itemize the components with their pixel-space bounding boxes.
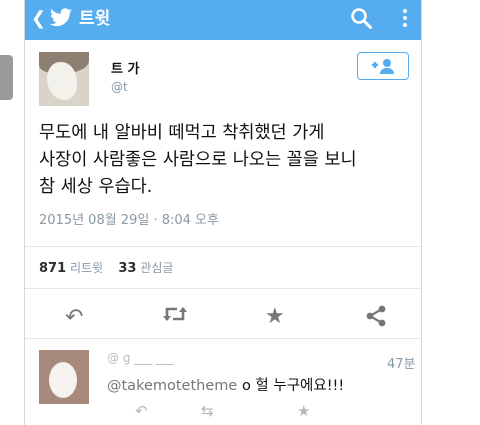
page-title: 트윗 xyxy=(79,9,111,29)
twitter-bird-icon xyxy=(50,8,72,27)
reply-text: o 헐 누구에요!!! xyxy=(241,378,345,394)
reply-author-avatar[interactable] xyxy=(39,350,89,404)
divider xyxy=(25,288,421,289)
search-icon[interactable] xyxy=(349,6,373,30)
retweet-count-label[interactable]: 리트윗 xyxy=(70,261,103,275)
tweet-stats: 871 리트윗 33 관심글 xyxy=(39,259,173,276)
browser-left-margin xyxy=(0,0,24,425)
star-icon[interactable]: ★ xyxy=(265,304,285,329)
reply-action-retweet-icon[interactable]: ⇆ xyxy=(201,402,214,420)
follow-button[interactable] xyxy=(357,52,409,80)
twitter-app-window: ❮ 트윗 트 가 @t 무도에 내 알바비 떼먹고 착취했던 가게 사장이 사람… xyxy=(24,0,422,425)
reply-action-star-icon[interactable]: ★ xyxy=(297,402,310,420)
reply-author-header[interactable]: @ g ___ ___ xyxy=(107,351,174,365)
back-arrow-icon[interactable]: ❮ xyxy=(31,9,46,29)
author-name[interactable]: 트 가 xyxy=(111,58,139,77)
reply-time: 47분 xyxy=(387,357,416,372)
favorite-count[interactable]: 33 xyxy=(118,261,136,276)
author-handle[interactable]: @t xyxy=(111,80,128,94)
redaction-blur xyxy=(137,74,272,100)
browser-right-margin xyxy=(422,0,480,425)
reply-text-line: @takemotetheme o 헐 누구에요!!! xyxy=(107,374,344,395)
divider xyxy=(25,246,421,247)
favorite-count-label[interactable]: 관심글 xyxy=(140,261,173,275)
tweet-text: 무도에 내 알바비 떼먹고 착취했던 가게 사장이 사람좋은 사람으로 나오는 … xyxy=(39,123,357,197)
reply-icon[interactable]: ↶ xyxy=(65,305,83,330)
divider xyxy=(25,338,421,339)
overflow-menu-icon[interactable] xyxy=(399,8,411,30)
reply-action-reply-icon[interactable]: ↶ xyxy=(135,402,148,420)
author-avatar[interactable] xyxy=(39,52,89,106)
follow-user-icon xyxy=(372,59,394,74)
reply-mention[interactable]: @takemotetheme xyxy=(107,378,237,394)
retweet-count[interactable]: 871 xyxy=(39,261,66,276)
top-app-bar: ❮ 트윗 xyxy=(25,0,421,40)
share-icon[interactable] xyxy=(365,305,387,327)
tweet-timestamp[interactable]: 2015년 08월 29일 · 8:04 오후 xyxy=(39,209,219,228)
retweet-icon[interactable] xyxy=(161,303,189,325)
side-scroll-tab[interactable] xyxy=(0,55,13,100)
